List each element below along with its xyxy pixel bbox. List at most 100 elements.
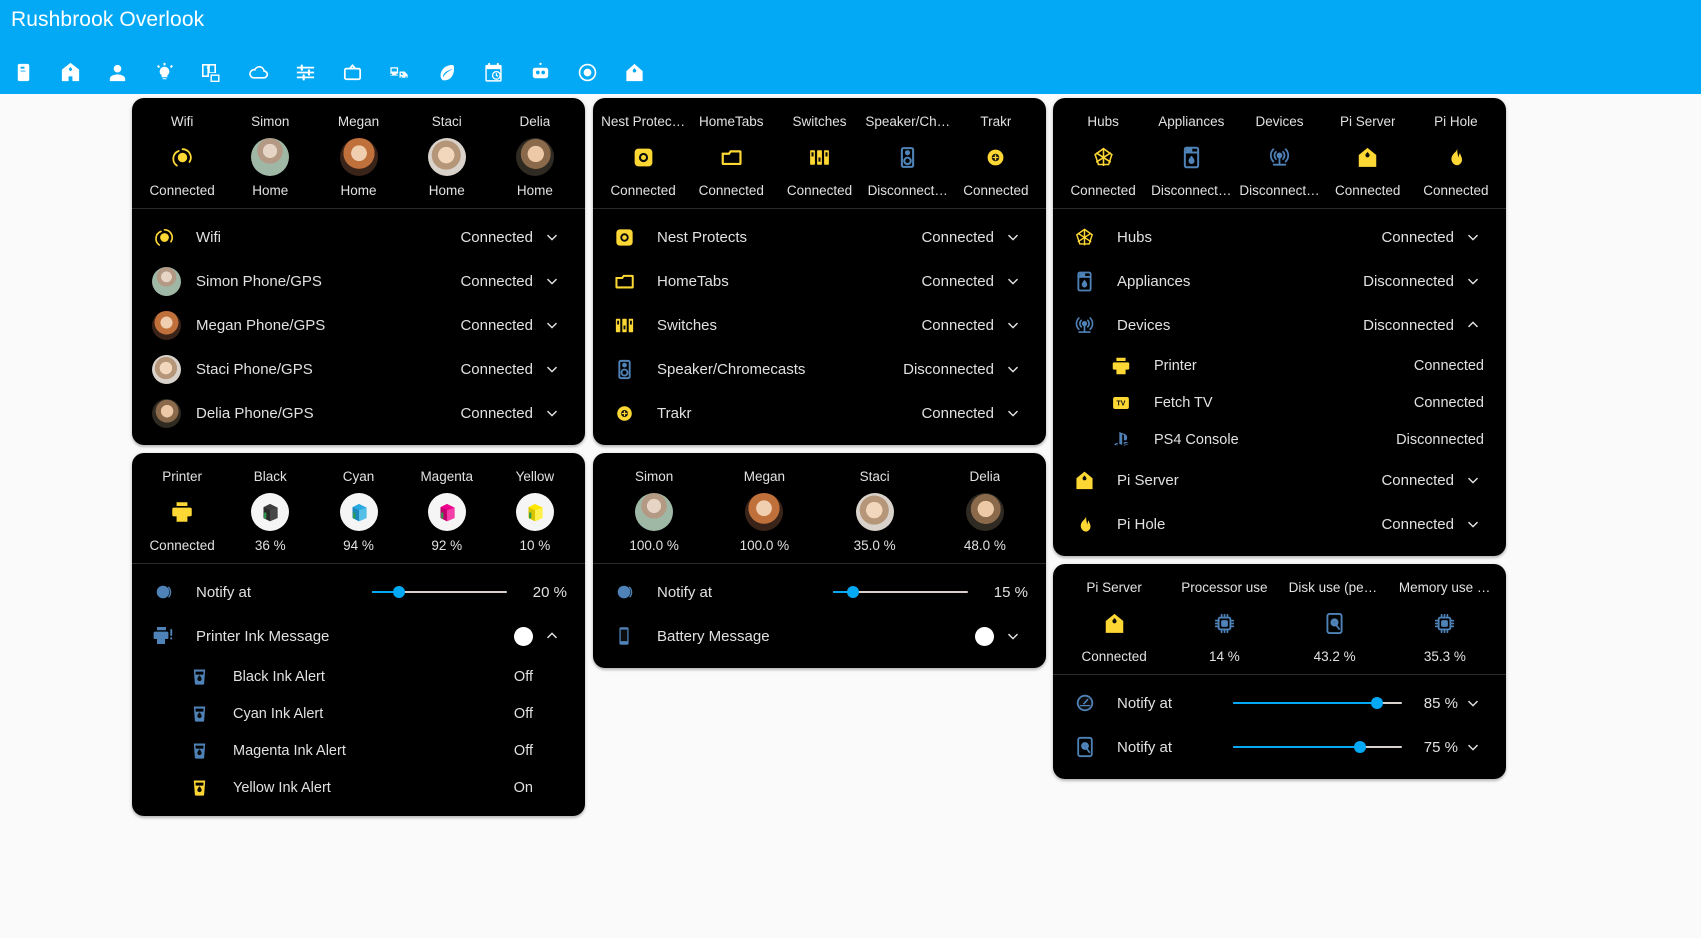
row-black-ink-alert[interactable]: Black Ink Alert Off	[132, 658, 585, 695]
row-megan-phone[interactable]: Megan Phone/GPS Connected	[132, 303, 585, 347]
glance-appliances[interactable]: Appliances Disconnect…	[1147, 114, 1235, 198]
row-speaker-chromecasts[interactable]: Speaker/Chromecasts Disconnected	[593, 347, 1046, 391]
chevron-down-icon[interactable]	[537, 404, 567, 422]
glance-piserver-status[interactable]: Pi Server Connected	[1059, 580, 1169, 664]
chevron-down-icon[interactable]	[998, 627, 1028, 645]
glance-disk-use[interactable]: Disk use (perce… 43.2 %	[1280, 580, 1390, 664]
glance-megan[interactable]: Megan Home	[314, 114, 402, 198]
glance-switches[interactable]: Switches Connected	[775, 114, 863, 198]
glance-black-ink[interactable]: Black 36 %	[226, 469, 314, 553]
row-hometabs[interactable]: HomeTabs Connected	[593, 259, 1046, 303]
chevron-down-icon[interactable]	[1458, 228, 1488, 246]
row-fetch-tv[interactable]: TV Fetch TV Connected	[1053, 384, 1506, 421]
row-processor-notify[interactable]: Notify at 85 %	[1053, 681, 1506, 725]
chevron-down-icon[interactable]	[1458, 738, 1488, 756]
glance-magenta-ink[interactable]: Magenta 92 %	[403, 469, 491, 553]
tab-weather[interactable]	[235, 50, 282, 94]
tab-person[interactable]	[94, 50, 141, 94]
row-ps4-console[interactable]: PS4 Console Disconnected	[1053, 421, 1506, 458]
chevron-down-icon[interactable]	[998, 316, 1028, 334]
tab-calendar[interactable]	[470, 50, 517, 94]
battery-notify-slider[interactable]	[823, 586, 982, 598]
glance-battery-simon[interactable]: Simon 100.0 %	[599, 469, 709, 553]
tab-notebook[interactable]	[0, 50, 47, 94]
chevron-up-icon[interactable]	[1458, 316, 1488, 334]
tab-automation[interactable]	[517, 50, 564, 94]
glance-hubs[interactable]: Hubs Connected	[1059, 114, 1147, 198]
tab-media[interactable]	[329, 50, 376, 94]
tab-settings[interactable]	[282, 50, 329, 94]
chevron-down-icon[interactable]	[998, 272, 1028, 290]
tab-cameras[interactable]	[564, 50, 611, 94]
row-staci-phone[interactable]: Staci Phone/GPS Connected	[132, 347, 585, 391]
row-printer-notify[interactable]: Notify at 20 %	[132, 570, 585, 614]
chevron-down-icon[interactable]	[537, 272, 567, 290]
glance-trakr[interactable]: Trakr Connected	[952, 114, 1040, 198]
chevron-down-icon[interactable]	[537, 228, 567, 246]
row-disk-notify[interactable]: Notify at 75 %	[1053, 725, 1506, 769]
row-appliances[interactable]: Appliances Disconnected	[1053, 259, 1506, 303]
row-pi-server[interactable]: Pi Server Connected	[1053, 458, 1506, 502]
chevron-down-icon[interactable]	[537, 316, 567, 334]
row-devices[interactable]: Devices Disconnected	[1053, 303, 1506, 347]
harddisk-icon	[1322, 606, 1347, 640]
glance-hometabs[interactable]: HomeTabs Connected	[687, 114, 775, 198]
tab-lights[interactable]	[141, 50, 188, 94]
row-trakr[interactable]: Trakr Connected	[593, 391, 1046, 435]
row-nest-protects[interactable]: Nest Protects Connected	[593, 215, 1046, 259]
row-cyan-ink-alert[interactable]: Cyan Ink Alert Off	[132, 695, 585, 732]
chevron-down-icon[interactable]	[1458, 272, 1488, 290]
row-label: Delia Phone/GPS	[196, 404, 314, 422]
glance-devices[interactable]: Devices Disconnect…	[1235, 114, 1323, 198]
processor-notify-slider[interactable]	[1223, 697, 1416, 709]
glance-simon[interactable]: Simon Home	[226, 114, 314, 198]
chevron-down-icon[interactable]	[1458, 515, 1488, 533]
row-magenta-ink-alert[interactable]: Magenta Ink Alert Off	[132, 732, 585, 769]
tab-energy[interactable]	[423, 50, 470, 94]
glance-battery-staci[interactable]: Staci 35.0 %	[820, 469, 930, 553]
glance-memory-use[interactable]: Memory use (p… 35.3 %	[1390, 580, 1500, 664]
chevron-down-icon[interactable]	[998, 404, 1028, 422]
chevron-down-icon[interactable]	[998, 228, 1028, 246]
row-battery-notify[interactable]: Notify at 15 %	[593, 570, 1046, 614]
battery-message-toggle[interactable]	[872, 626, 998, 646]
tab-transit[interactable]	[376, 50, 423, 94]
chevron-up-icon[interactable]	[537, 627, 567, 645]
row-hubs[interactable]: Hubs Connected	[1053, 215, 1506, 259]
glance-delia[interactable]: Delia Home	[491, 114, 579, 198]
glance-battery-delia[interactable]: Delia 48.0 %	[930, 469, 1040, 553]
chevron-down-icon[interactable]	[1458, 471, 1488, 489]
ink-message-toggle[interactable]	[422, 626, 537, 646]
chevron-down-icon[interactable]	[1458, 694, 1488, 712]
row-printer-device[interactable]: Printer Connected	[1053, 347, 1506, 384]
chevron-down-icon[interactable]	[998, 360, 1028, 378]
glance-staci[interactable]: Staci Home	[403, 114, 491, 198]
ink-cartridge-icon	[427, 493, 466, 531]
row-wifi[interactable]: Wifi Connected	[132, 215, 585, 259]
glance-processor-use[interactable]: Processor use 14 %	[1169, 580, 1279, 664]
row-delia-phone[interactable]: Delia Phone/GPS Connected	[132, 391, 585, 435]
glance-nest-protects[interactable]: Nest Protec… Connected	[599, 114, 687, 198]
chevron-down-icon[interactable]	[537, 360, 567, 378]
row-yellow-ink-alert[interactable]: Yellow Ink Alert On	[132, 769, 585, 806]
glance-printer[interactable]: Printer Connected	[138, 469, 226, 553]
row-simon-phone[interactable]: Simon Phone/GPS Connected	[132, 259, 585, 303]
tab-home-tree[interactable]	[47, 50, 94, 94]
nest-protect-icon	[613, 226, 653, 249]
notify-slider[interactable]	[362, 586, 521, 598]
glance-pi-server[interactable]: Pi Server Connected	[1324, 114, 1412, 198]
disk-notify-slider[interactable]	[1223, 741, 1416, 753]
glance-pi-hole[interactable]: Pi Hole Connected	[1412, 114, 1500, 198]
glance-battery-megan[interactable]: Megan 100.0 %	[709, 469, 819, 553]
row-battery-message[interactable]: Battery Message	[593, 614, 1046, 658]
tab-devices[interactable]	[188, 50, 235, 94]
row-switches[interactable]: Switches Connected	[593, 303, 1046, 347]
row-printer-ink-message[interactable]: Printer Ink Message	[132, 614, 585, 658]
glance-cyan-ink[interactable]: Cyan 94 %	[314, 469, 402, 553]
row-pi-hole[interactable]: Pi Hole Connected	[1053, 502, 1506, 546]
glance-speakers[interactable]: Speaker/Ch… Disconnect…	[864, 114, 952, 198]
glance-wifi[interactable]: Wifi Connected	[138, 114, 226, 198]
glance-yellow-ink[interactable]: Yellow 10 %	[491, 469, 579, 553]
tab-house[interactable]	[611, 50, 658, 94]
row-label: Staci Phone/GPS	[196, 360, 313, 378]
